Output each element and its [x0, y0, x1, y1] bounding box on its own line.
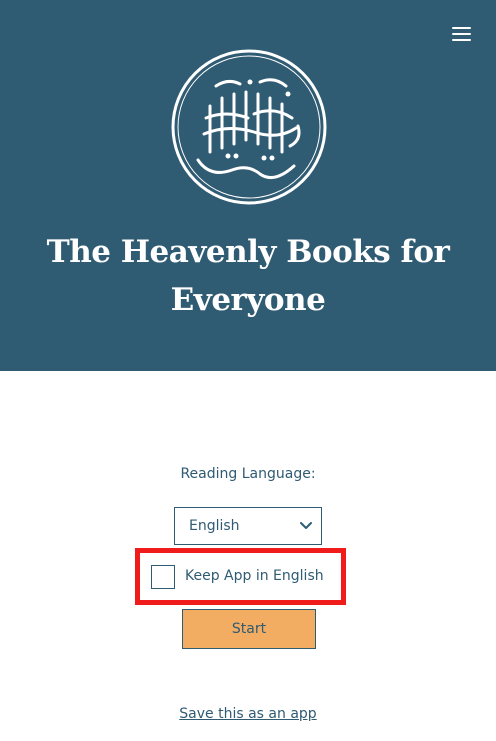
page-title: The Heavenly Books for Everyone: [46, 234, 450, 318]
hamburger-menu-icon[interactable]: [448, 22, 476, 46]
save-app-link[interactable]: Save this as an app: [179, 706, 316, 722]
save-app-link-container: Save this as an app: [0, 706, 496, 722]
language-select-value: English: [189, 518, 240, 534]
chevron-down-icon: [300, 522, 312, 529]
arabic-calligraphy-logo: [171, 49, 327, 205]
reading-language-label: Reading Language:: [180, 466, 316, 482]
start-button[interactable]: Start: [182, 609, 316, 649]
page: The Heavenly Books for Everyone Reading …: [0, 0, 496, 741]
language-select[interactable]: English: [174, 507, 322, 545]
keep-english-checkbox[interactable]: [151, 565, 175, 589]
header: The Heavenly Books for Everyone: [0, 0, 496, 371]
keep-english-label[interactable]: Keep App in English: [185, 568, 324, 584]
